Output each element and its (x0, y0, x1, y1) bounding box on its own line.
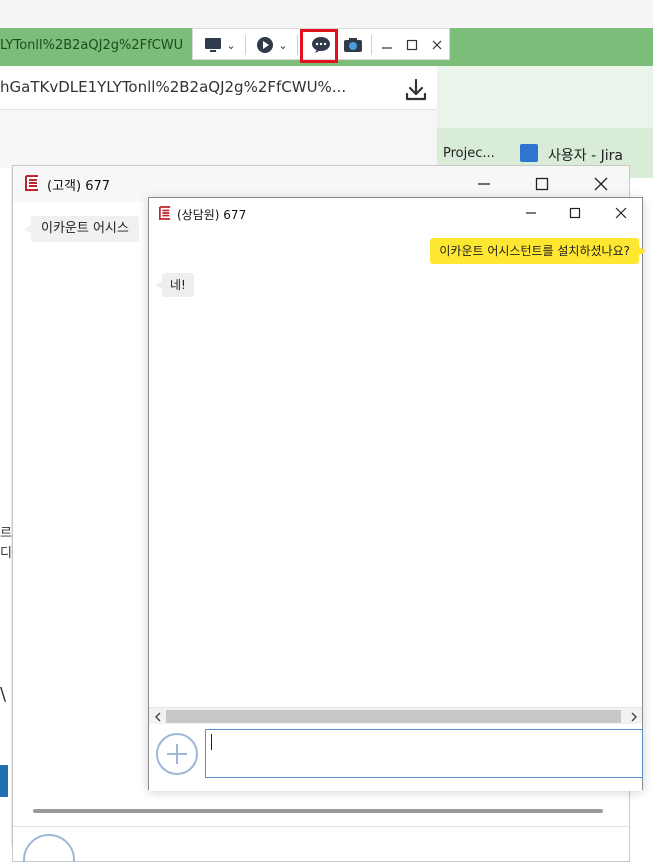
camera-icon (344, 38, 362, 52)
scroll-right-icon[interactable] (625, 708, 642, 725)
scrollbar-thumb[interactable] (166, 710, 621, 723)
customer-message-bubble: 이카운트 어시스 (24, 216, 139, 242)
download-icon[interactable] (398, 74, 434, 106)
toolbar-separator (245, 35, 246, 55)
jira-icon (520, 144, 538, 162)
agent-message-bubble: 이카운트 어시스턴트를 설치하셨나요? (430, 238, 646, 264)
text-caret (211, 734, 212, 750)
customer-input-area (13, 826, 629, 862)
monitor-icon (205, 38, 222, 52)
page-left-fragment-2: 디 (0, 546, 12, 561)
tab-url-text: LYTonll%2B2aQJ2g%2FfCWU (0, 38, 184, 53)
toolbar-minimize-icon[interactable] (377, 33, 397, 57)
agent-input-area (149, 724, 643, 791)
customer-window-title: (고객) 677 (47, 179, 111, 194)
page-left-blue-tab (0, 765, 8, 797)
browser-toolbar-right (437, 66, 653, 128)
close-icon[interactable] (608, 201, 634, 225)
chevron-down-icon: ⌄ (278, 38, 288, 52)
close-icon[interactable] (588, 172, 614, 196)
agent-window-title: (상담원) 677 (177, 208, 247, 222)
scroll-left-icon[interactable] (149, 708, 166, 725)
horizontal-scrollbar[interactable] (149, 707, 642, 724)
toolbar-maximize-icon[interactable] (401, 33, 423, 57)
app-logo-icon (25, 175, 39, 191)
message-list[interactable]: 이카운트 어시스턴트를 설치하셨나요? 네! (149, 229, 646, 707)
message-input[interactable] (205, 729, 643, 778)
record-button[interactable]: ⌄ (253, 33, 291, 57)
chat-button-highlight (300, 29, 338, 63)
page-left-strip (0, 168, 12, 862)
minimize-icon[interactable] (471, 172, 497, 196)
maximize-icon[interactable] (562, 201, 588, 225)
browser-tabbar (0, 0, 653, 28)
agent-window-titlebar[interactable]: (상담원) 677 (149, 198, 642, 229)
page-left-fragment-3: \ (0, 684, 7, 705)
address-bar-text[interactable]: hGaTKvDLE1YLYTonll%2B2aQJ2g%2FfCWU%... (0, 78, 346, 96)
maximize-icon[interactable] (529, 172, 555, 196)
app-logo-icon (159, 206, 171, 220)
page-header-area (0, 110, 437, 168)
chevron-down-icon: ⌄ (226, 38, 236, 52)
customer-scrollbar[interactable] (33, 809, 603, 813)
agent-chat-window: (상담원) 677 이카운트 어시스턴트를 설치하셨나요? 네! (148, 197, 646, 791)
screenshot-button[interactable] (339, 33, 367, 57)
page-left-fragment-1: 르 (0, 526, 12, 541)
bookmark-project[interactable]: Projec... (443, 146, 495, 161)
screen-share-button[interactable]: ⌄ (201, 33, 239, 57)
customer-reply-bubble: 네! (156, 273, 194, 297)
toolbar-close-icon[interactable] (427, 33, 447, 57)
minimize-icon[interactable] (518, 201, 544, 225)
toolbar-separator (297, 35, 298, 55)
bookmark-jira[interactable]: 사용자 - Jira (548, 145, 623, 165)
play-circle-icon (257, 37, 274, 53)
page-left-fragment: 르 디 (0, 524, 12, 564)
attach-plus-icon[interactable] (156, 733, 198, 775)
toolbar-separator (371, 35, 372, 55)
